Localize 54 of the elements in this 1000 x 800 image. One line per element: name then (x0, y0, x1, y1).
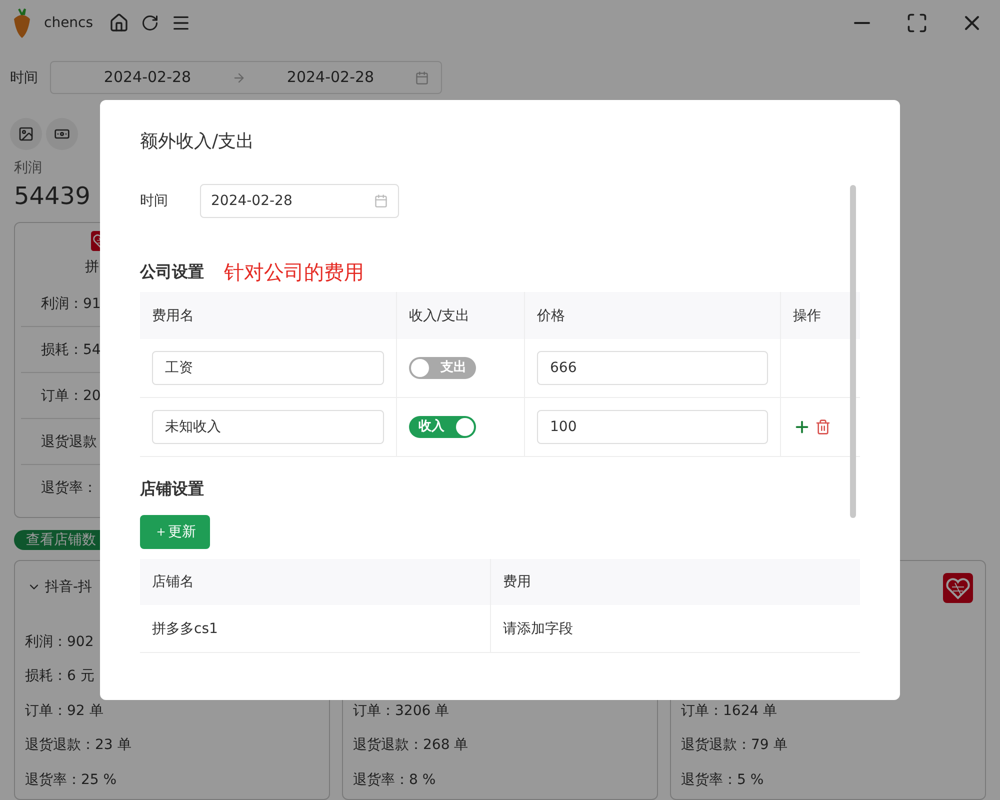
stat-text: 退货率：25 % (25, 770, 117, 790)
section-title: 店铺设置 (140, 478, 205, 500)
price-input[interactable]: 100 (537, 410, 768, 444)
stat-text: 退货退款：23 单 (25, 736, 132, 755)
section-title: 公司设置 (140, 261, 204, 283)
delete-icon[interactable] (815, 419, 831, 435)
home-icon[interactable] (109, 12, 130, 32)
stat-text: 订单：1624 单 (681, 702, 778, 720)
column-header: 店铺名 (152, 573, 194, 592)
filter-label: 时间 (10, 68, 38, 88)
name-input[interactable]: 未知收入 (152, 410, 384, 444)
stat-text: 退货退款：268 单 (353, 736, 468, 755)
money-button[interactable] (46, 118, 78, 150)
stat-text: 利润：91 (41, 294, 101, 314)
calendar-icon (415, 70, 429, 84)
stat-text: 退货率： (41, 479, 97, 498)
profit-label: 利润 (14, 159, 42, 178)
stat-text: 损耗：6 元 (25, 667, 94, 686)
refresh-icon[interactable] (141, 14, 160, 32)
carrot-logo-icon (12, 6, 32, 38)
price-input[interactable]: 666 (537, 351, 768, 385)
stat-text: 订单：3206 单 (353, 702, 450, 720)
calendar-icon (374, 194, 388, 208)
dialog-title: 额外收入/支出 (140, 130, 254, 154)
date-range-field[interactable]: 2024-02-28 2024-02-28 (50, 61, 442, 94)
annotation-text: 针对公司的费用 (224, 260, 364, 284)
date-field[interactable]: 2024-02-28 (200, 184, 399, 218)
image-icon (18, 126, 34, 142)
user-name: chencs (44, 14, 94, 32)
maximize-icon[interactable] (906, 12, 928, 34)
stat-text: 退货退款 (41, 432, 97, 452)
column-header: 价格 (537, 306, 565, 326)
column-header: 操作 (793, 306, 821, 326)
stat-text: 退货退款：79 单 (681, 736, 788, 755)
stat-text: 订单：92 单 (25, 702, 104, 720)
name-input[interactable]: 工资 (152, 351, 384, 385)
shop-name: 抖音-抖 (45, 578, 92, 597)
column-header: 费用名 (152, 306, 194, 326)
shop-logo-icon (943, 573, 973, 603)
profit-value: 54439 (14, 181, 90, 212)
table-cell-text: 请添加字段 (503, 620, 573, 638)
add-icon[interactable] (793, 418, 811, 436)
arrow-icon (232, 70, 246, 84)
stat-text: 退货率：8 % (353, 770, 436, 790)
column-header: 收入/支出 (409, 306, 470, 326)
column-header: 费用 (503, 573, 531, 592)
stat-text: 利润：902 (25, 632, 94, 652)
date-label: 时间 (140, 192, 168, 211)
stat-text: 损耗：54 (41, 340, 101, 360)
stat-text: 退货率：5 % (681, 770, 764, 790)
shop-name: 拼 (85, 258, 99, 277)
stat-text: 订单：20 (41, 386, 101, 406)
image-button[interactable] (10, 118, 42, 150)
table-cell-text: 拼多多cs1 (152, 620, 218, 638)
